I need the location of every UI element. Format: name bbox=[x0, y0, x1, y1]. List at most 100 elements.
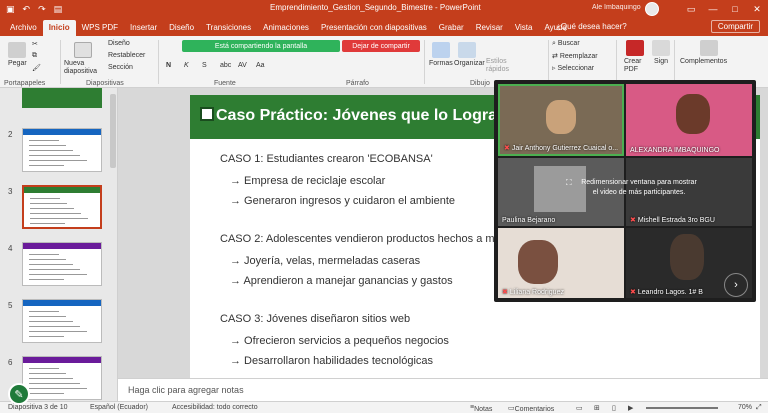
thumbnail-text-line bbox=[30, 223, 65, 224]
replace-button[interactable]: ⇄ Reemplazar bbox=[552, 52, 598, 60]
slide-sorter-icon[interactable]: ⊞ bbox=[594, 404, 600, 412]
tab-archivo[interactable]: Archivo bbox=[4, 20, 43, 36]
slide-counter: Diapositiva 3 de 10 bbox=[8, 404, 68, 411]
tab-revisar[interactable]: Revisar bbox=[470, 20, 509, 36]
comments-toggle[interactable]: ▭ Comentarios bbox=[508, 404, 554, 413]
tab-insertar[interactable]: Insertar bbox=[124, 20, 163, 36]
thumbnail-text-line bbox=[29, 264, 73, 265]
tab-grabar[interactable]: Grabar bbox=[433, 20, 470, 36]
participant-name-text: Leandro Lagos. 1# B bbox=[637, 289, 703, 296]
slide-thumbnail-image bbox=[22, 356, 102, 400]
layout-button[interactable]: Diseño bbox=[108, 40, 130, 47]
accessibility-status[interactable]: Accesibilidad: todo correcto bbox=[172, 404, 258, 411]
tab-inicio[interactable]: Inicio bbox=[42, 20, 76, 36]
font-format-button[interactable]: K bbox=[184, 62, 189, 69]
slide-bullet-detail[interactable]: → Ofrecieron servicios a pequeños negoci… bbox=[230, 335, 449, 347]
slide-title[interactable]: Caso Práctico: Jóvenes que lo Logra bbox=[216, 107, 497, 125]
thumbnail-text-line bbox=[30, 218, 88, 219]
book-icon bbox=[200, 107, 214, 121]
addins-icon[interactable] bbox=[700, 40, 718, 56]
participant-tile[interactable]: ALEXANDRA IMBAQUINGO bbox=[626, 84, 752, 156]
share-button[interactable]: Compartir bbox=[710, 20, 760, 33]
redo-icon[interactable]: ↷ bbox=[38, 4, 46, 15]
pen-icon[interactable]: ✎ bbox=[8, 383, 30, 405]
pdf-icon[interactable] bbox=[626, 40, 644, 56]
find-button[interactable]: ⌕ Buscar bbox=[552, 40, 580, 48]
shapes-icon[interactable] bbox=[432, 42, 450, 58]
new-slide-button[interactable]: Nueva diapositiva bbox=[64, 60, 104, 76]
zoom-level[interactable]: 70% bbox=[738, 404, 752, 411]
tab-vista[interactable]: Vista bbox=[509, 20, 539, 36]
thumbnail-scrollbar[interactable] bbox=[110, 94, 116, 168]
font-format-button[interactable]: abc bbox=[220, 62, 231, 69]
copy-icon[interactable]: ⧉ bbox=[32, 52, 37, 60]
slide-thumbnail[interactable]: 5 bbox=[4, 299, 112, 345]
thumbnail-text-line bbox=[29, 311, 59, 312]
slide-bullet-detail[interactable]: → Aprendieron a manejar ganancias y gast… bbox=[230, 275, 453, 287]
arrange-icon[interactable] bbox=[458, 42, 476, 58]
notes-pane[interactable]: Haga clic para agregar notas bbox=[118, 378, 768, 401]
sign-icon[interactable] bbox=[652, 40, 670, 56]
font-format-button[interactable]: S bbox=[202, 62, 207, 69]
slide-thumbnail[interactable]: 2 bbox=[4, 128, 112, 174]
thumbnail-text-line bbox=[30, 203, 67, 204]
thumbnail-text-line bbox=[29, 160, 87, 161]
normal-view-icon[interactable]: ▭ bbox=[576, 404, 583, 412]
format-painter-icon[interactable]: 🖌 bbox=[32, 64, 41, 72]
slide-bullet-detail[interactable]: → Desarrollaron habilidades tecnológicas bbox=[230, 355, 433, 367]
addins-button[interactable]: Complementos bbox=[680, 58, 727, 65]
notes-toggle[interactable]: ≡ Notas bbox=[470, 404, 492, 413]
slide-thumbnail[interactable]: 4 bbox=[4, 242, 112, 288]
font-format-button[interactable]: AV bbox=[238, 62, 247, 69]
tab-presentaci-n-con-diapositivas[interactable]: Presentación con diapositivas bbox=[315, 20, 433, 36]
tell-me-search[interactable]: ¿Qué desea hacer? bbox=[556, 22, 627, 31]
slide-thumbnail-image bbox=[22, 128, 102, 172]
new-slide-icon[interactable] bbox=[74, 42, 92, 58]
minimize-icon[interactable]: — bbox=[702, 0, 724, 18]
tab-wps-pdf[interactable]: WPS PDF bbox=[76, 20, 124, 36]
font-format-button[interactable]: Aa bbox=[256, 62, 265, 69]
participant-tile[interactable]: ✖ Liliana Rodriguez bbox=[498, 228, 624, 298]
tab-dise-o[interactable]: Diseño bbox=[163, 20, 200, 36]
user-name[interactable]: Ale Imbaquingo bbox=[592, 4, 641, 11]
sign-button[interactable]: Sign bbox=[654, 58, 668, 65]
slide-thumbnail-image bbox=[22, 242, 102, 286]
slide-case-heading[interactable]: CASO 1: Estudiantes crearon 'ECOBANSA' bbox=[220, 153, 433, 165]
paste-button[interactable]: Pegar bbox=[8, 60, 27, 67]
cut-icon[interactable]: ✂ bbox=[32, 40, 38, 48]
tab-transiciones[interactable]: Transiciones bbox=[200, 20, 257, 36]
shapes-button[interactable]: Formas bbox=[429, 60, 453, 67]
maximize-icon[interactable]: □ bbox=[724, 0, 746, 18]
save-icon[interactable]: ▣ bbox=[6, 4, 15, 15]
fit-to-window-icon[interactable]: ⤢ bbox=[756, 404, 762, 412]
slide-1-thumbnail-fragment[interactable] bbox=[22, 88, 102, 108]
mic-muted-icon: ✖ bbox=[630, 289, 636, 296]
quick-styles-button[interactable]: Estilos rápidos bbox=[486, 58, 516, 74]
undo-icon[interactable]: ↶ bbox=[23, 4, 31, 15]
next-page-button[interactable]: › bbox=[724, 273, 748, 297]
close-icon[interactable]: ✕ bbox=[746, 0, 768, 18]
stop-sharing-button[interactable]: Dejar de compartir bbox=[342, 40, 420, 52]
slide-bullet-detail[interactable]: → Generaron ingresos y cuidaron el ambie… bbox=[230, 195, 455, 207]
slide-case-heading[interactable]: CASO 2: Adolescentes vendieron productos… bbox=[220, 233, 513, 245]
slide-bullet-detail[interactable]: → Joyería, velas, mermeladas caseras bbox=[230, 255, 420, 267]
avatar[interactable] bbox=[645, 2, 659, 16]
section-button[interactable]: Sección bbox=[108, 64, 133, 71]
zoom-slider[interactable] bbox=[646, 407, 718, 409]
reset-button[interactable]: Restablecer bbox=[108, 52, 145, 59]
participant-tile[interactable]: ✖ Jair Anthony Gutierrez Cuaical o... bbox=[498, 84, 624, 156]
arrange-button[interactable]: Organizar bbox=[454, 60, 485, 67]
slideshow-icon[interactable]: ▶ bbox=[628, 404, 633, 412]
select-button[interactable]: ▹ Seleccionar bbox=[552, 64, 594, 72]
create-pdf-button[interactable]: Crear PDF bbox=[624, 58, 648, 74]
paste-icon[interactable] bbox=[8, 42, 26, 58]
slide-thumbnail[interactable]: 3 bbox=[4, 185, 112, 231]
start-presentation-icon[interactable]: ▤ bbox=[54, 4, 63, 15]
font-format-button[interactable]: N bbox=[166, 62, 171, 69]
ribbon-options-icon[interactable]: ▭ bbox=[680, 0, 702, 18]
slide-bullet-detail[interactable]: → Empresa de reciclaje escolar bbox=[230, 175, 385, 187]
tab-animaciones[interactable]: Animaciones bbox=[257, 20, 315, 36]
language-status[interactable]: Español (Ecuador) bbox=[90, 404, 148, 411]
reading-view-icon[interactable]: ▯ bbox=[612, 404, 616, 412]
slide-case-heading[interactable]: CASO 3: Jóvenes diseñaron sitios web bbox=[220, 313, 410, 325]
